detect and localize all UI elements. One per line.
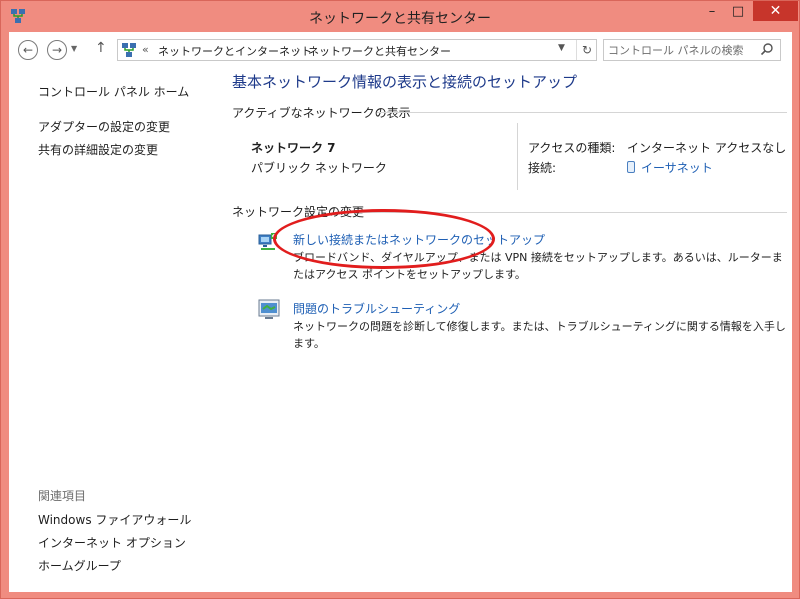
navigation-bar: ← → ▼ ↑ « ネットワークとインターネット › ネットワークと共有センター…: [9, 32, 792, 67]
refresh-icon: ↻: [581, 43, 593, 57]
forward-arrow-icon: →: [51, 43, 63, 57]
breadcrumb-item[interactable]: ネットワークとインターネット: [158, 43, 312, 59]
up-button[interactable]: ↑: [95, 40, 107, 56]
windows-firewall-link[interactable]: Windows ファイアウォール: [38, 511, 191, 528]
search-input[interactable]: [608, 42, 758, 58]
maximize-button[interactable]: □: [725, 1, 751, 21]
change-adapter-settings-link[interactable]: アダプターの設定の変更: [38, 118, 170, 135]
page-title: 基本ネットワーク情報の表示と接続のセットアップ: [232, 73, 578, 91]
client-area: ← → ▼ ↑ « ネットワークとインターネット › ネットワークと共有センター…: [9, 32, 792, 592]
access-type-label: アクセスの種類:: [528, 141, 616, 155]
minimize-button[interactable]: –: [699, 1, 725, 21]
internet-options-link[interactable]: インターネット オプション: [38, 534, 186, 551]
refresh-button[interactable]: ↻: [576, 40, 597, 60]
control-panel-home-link[interactable]: コントロール パネル ホーム: [38, 83, 189, 100]
ethernet-connection-link[interactable]: イーサネット: [627, 159, 713, 176]
recent-locations-chevron-icon[interactable]: ▼: [71, 44, 77, 53]
breadcrumb-item[interactable]: ネットワークと共有センター: [308, 43, 451, 59]
access-type-value: インターネット アクセスなし: [627, 141, 787, 155]
search-icon[interactable]: [760, 42, 774, 56]
change-settings-heading: ネットワーク設定の変更: [232, 205, 365, 219]
back-button[interactable]: ←: [18, 40, 38, 60]
troubleshoot-description: ネットワークの問題を診断して修復します。または、トラブルシューティングに関する情…: [293, 320, 786, 350]
section-divider: [359, 212, 787, 213]
main-content: 基本ネットワーク情報の表示と接続のセットアップ アクティブなネットワークの表示 …: [217, 67, 792, 592]
window-title: ネットワークと共有センター: [309, 11, 491, 27]
new-connection-description: ブロードバンド、ダイヤルアップ、または VPN 接続をセットアップします。あるい…: [293, 251, 783, 281]
network-name: ネットワーク 7: [251, 141, 336, 155]
advanced-sharing-settings-link[interactable]: 共有の詳細設定の変更: [38, 141, 158, 158]
vertical-divider: [517, 123, 518, 190]
ethernet-icon: [627, 161, 635, 173]
forward-button[interactable]: →: [47, 40, 67, 60]
network-center-icon: [122, 43, 136, 57]
address-bar[interactable]: « ネットワークとインターネット › ネットワークと共有センター ▼ ↻: [117, 39, 597, 61]
network-category[interactable]: パブリック ネットワーク: [251, 159, 387, 176]
title-bar[interactable]: ネットワークと共有センター – □ ✕: [1, 1, 799, 32]
homegroup-link[interactable]: ホームグループ: [38, 557, 121, 574]
troubleshoot-link[interactable]: 問題のトラブルシューティング: [293, 300, 460, 317]
section-divider: [377, 112, 787, 113]
connection-label: 接続:: [528, 161, 557, 175]
breadcrumb-overflow[interactable]: «: [142, 43, 149, 56]
left-pane: コントロール パネル ホーム アダプターの設定の変更 共有の詳細設定の変更 関連…: [9, 67, 217, 592]
address-dropdown-icon[interactable]: ▼: [558, 43, 565, 53]
search-box[interactable]: [603, 39, 781, 61]
breadcrumb-separator-icon[interactable]: ›: [296, 43, 300, 56]
new-connection-icon[interactable]: [257, 229, 281, 253]
troubleshoot-icon[interactable]: [257, 297, 281, 321]
back-arrow-icon: ←: [22, 43, 34, 57]
connection-value[interactable]: イーサネット: [641, 161, 713, 175]
window: ネットワークと共有センター – □ ✕ ← → ▼ ↑ « ネットワークとインタ…: [0, 0, 800, 599]
related-heading: 関連項目: [38, 489, 87, 503]
new-connection-link[interactable]: 新しい接続またはネットワークのセットアップ: [293, 231, 545, 248]
close-button[interactable]: ✕: [753, 1, 798, 21]
